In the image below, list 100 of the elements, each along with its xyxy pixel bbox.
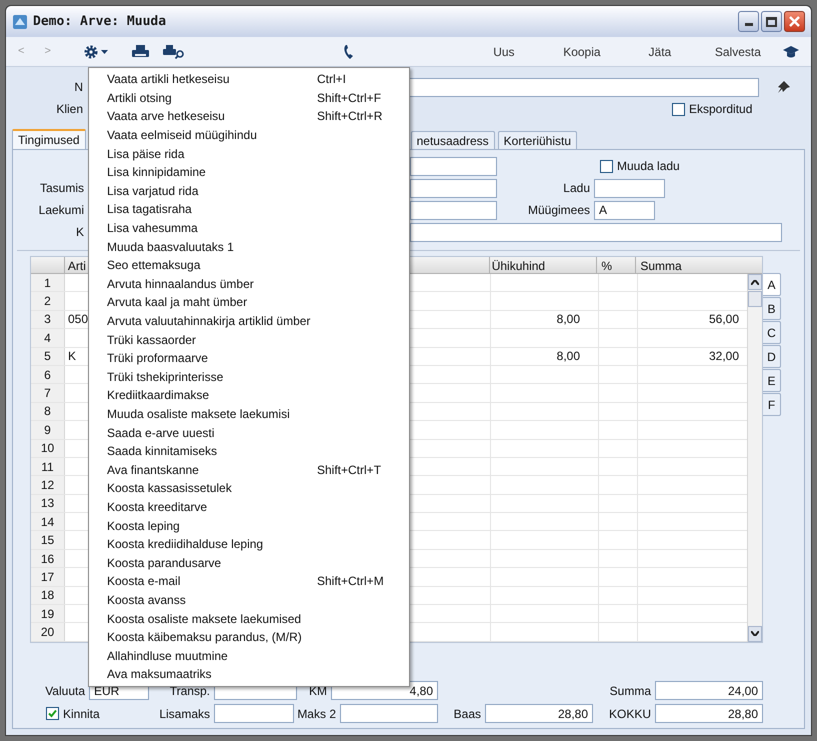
input-field[interactable] <box>407 78 759 96</box>
menu-item[interactable]: Arvuta kaal ja maht ümber <box>89 293 409 312</box>
row-number: 7 <box>44 385 51 402</box>
menu-item[interactable]: Muuda baasvaluutaks 1 <box>89 237 409 256</box>
menu-item[interactable]: Trüki kassaorder <box>89 330 409 349</box>
letter-tab[interactable]: E <box>763 369 781 392</box>
scroll-up-button[interactable] <box>748 274 762 290</box>
close-button[interactable] <box>784 11 805 32</box>
input-field[interactable]: 24,00 <box>655 681 763 700</box>
settings-menu-button[interactable] <box>82 44 108 60</box>
shortcut-label: Shift+Ctrl+M <box>317 573 384 590</box>
table-cell-text: 32,00 <box>708 348 739 366</box>
field-label: Baas <box>454 706 481 723</box>
input-field[interactable]: 28,80 <box>485 704 593 724</box>
letter-tab[interactable]: D <box>763 345 781 368</box>
menu-item[interactable]: Koosta leping <box>89 516 409 535</box>
menu-item[interactable]: Krediitkaardimakse <box>89 386 409 405</box>
menu-item[interactable]: Lisa tagatisraha <box>89 200 409 219</box>
minimize-button[interactable] <box>738 11 759 32</box>
input-field[interactable]: 28,80 <box>655 704 763 724</box>
shortcut-label: Shift+Ctrl+R <box>317 108 382 126</box>
menu-item[interactable]: Koosta käibemaksu parandus, (M/R) <box>89 628 409 646</box>
menu-item[interactable]: Koosta kreeditarve <box>89 498 409 516</box>
menu-item[interactable]: Vaata artikli hetkeseisu Ctrl+I <box>89 70 409 89</box>
menu-item[interactable]: Vaata eelmiseid müügihindu <box>89 126 409 144</box>
menu-item[interactable]: Lisa vahesumma <box>89 218 409 238</box>
column-header[interactable]: Arti <box>68 259 86 273</box>
letter-tab[interactable]: B <box>763 297 781 320</box>
tab[interactable]: Tingimused <box>12 129 86 149</box>
checkbox[interactable] <box>672 102 685 116</box>
menu-item[interactable]: Ava maksumaatriks <box>89 665 409 684</box>
menu-item[interactable]: Koosta osaliste maksete laekumised <box>89 609 409 628</box>
input-field[interactable] <box>410 200 497 220</box>
menu-item[interactable]: Koosta krediidihalduse leping <box>89 534 409 554</box>
phone-icon[interactable] <box>342 44 355 60</box>
tab[interactable]: netusaadress <box>410 131 495 149</box>
scrollbar[interactable] <box>747 274 762 642</box>
row-number: 13 <box>40 495 54 512</box>
menu-item[interactable]: Trüki tshekiprinterisse <box>89 368 409 386</box>
table-cell-text: 8,00 <box>556 311 580 328</box>
menu-item[interactable]: Arvuta hinnaalandus ümber <box>89 274 409 294</box>
input-field[interactable] <box>594 178 665 198</box>
field-label: Müügimees <box>528 202 590 219</box>
menu-item[interactable]: Lisa varjatud rida <box>89 182 409 200</box>
checkbox-label: Kinnita <box>63 706 101 723</box>
menu-item[interactable]: Koosta parandusarve <box>89 553 409 572</box>
letter-tab[interactable]: C <box>763 321 781 344</box>
tab[interactable]: Korteriühistu <box>498 131 578 149</box>
scroll-thumb[interactable] <box>748 291 762 307</box>
toolbar-button[interactable]: Uus <box>464 42 543 60</box>
input-field[interactable]: A <box>594 200 655 220</box>
menu-item[interactable]: Seo ettemaksuga <box>89 256 409 275</box>
input-field[interactable] <box>214 704 294 724</box>
column-header[interactable]: % <box>601 259 612 273</box>
menu-item[interactable]: Vaata arve hetkeseisu Shift+Ctrl+R <box>89 107 409 126</box>
menu-item[interactable]: Lisa kinnipidamine <box>89 162 409 182</box>
letter-tab[interactable]: F <box>763 393 781 416</box>
menu-item[interactable]: Koosta avanss <box>89 590 409 610</box>
field-label: K <box>76 224 84 241</box>
checkbox[interactable] <box>46 707 59 720</box>
printer-icon[interactable] <box>132 44 149 58</box>
row-number: 16 <box>40 550 54 568</box>
input-field[interactable] <box>340 704 438 724</box>
row-number: 19 <box>40 606 54 623</box>
checkbox[interactable] <box>600 160 613 172</box>
field-label: Summa <box>610 682 651 700</box>
menu-item[interactable]: Arvuta valuutahinnakirja artiklid ümber <box>89 312 409 330</box>
maximize-button[interactable] <box>761 11 782 32</box>
field-label: KM <box>309 682 327 700</box>
pin-icon[interactable] <box>777 80 791 94</box>
menu-item[interactable]: Muuda osaliste maksete laekumisi <box>89 404 409 424</box>
toolbar-button[interactable]: Salvesta <box>698 42 777 60</box>
menu-item[interactable]: Allahindluse muutmine <box>89 646 409 665</box>
menu-item[interactable]: Ava finantskanne Shift+Ctrl+T <box>89 460 409 480</box>
graduation-cap-icon[interactable] <box>782 46 799 58</box>
menu-item[interactable]: Saada kinnitamiseks <box>89 442 409 460</box>
row-number: 1 <box>44 274 51 292</box>
print-preview-icon[interactable] <box>162 44 185 58</box>
menu-item[interactable]: Saada e-arve uuesti <box>89 423 409 442</box>
table-cell-text: 56,00 <box>708 311 739 328</box>
menu-item[interactable]: Koosta e-mail Shift+Ctrl+M <box>89 572 409 591</box>
window-title: Demo: Arve: Muuda <box>33 12 166 31</box>
field-label: Transp. <box>170 682 210 700</box>
table-cell-text: K <box>68 348 76 366</box>
toolbar-button[interactable]: Koopia <box>542 42 621 60</box>
row-number: 10 <box>40 440 54 458</box>
letter-tab[interactable]: A <box>763 273 781 296</box>
shortcut-label: Ctrl+I <box>317 71 346 88</box>
menu-item[interactable]: Koosta kassasissetulek <box>89 479 409 498</box>
input-field[interactable] <box>410 178 497 198</box>
input-field[interactable] <box>410 222 782 242</box>
input-field[interactable] <box>410 156 497 176</box>
menu-item[interactable]: Lisa päise rida <box>89 144 409 163</box>
row-number: 8 <box>44 403 51 420</box>
column-header[interactable]: Summa <box>640 259 682 273</box>
scroll-down-button[interactable] <box>748 626 762 642</box>
toolbar-button[interactable]: Jäta <box>620 42 699 60</box>
menu-item[interactable]: Artikli otsing Shift+Ctrl+F <box>89 88 409 108</box>
menu-item[interactable]: Trüki proformaarve <box>89 348 409 368</box>
column-header[interactable]: Ühikuhind <box>492 259 546 273</box>
